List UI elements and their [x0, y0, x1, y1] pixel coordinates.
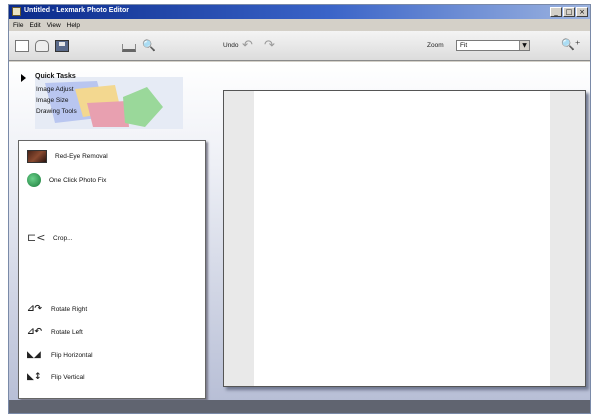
open-folder-icon[interactable]	[35, 40, 49, 52]
menu-view[interactable]: View	[47, 22, 61, 29]
expand-arrow-icon[interactable]	[21, 74, 26, 82]
tool-label: Flip Horizontal	[51, 351, 93, 359]
crop-icon: ⊏<	[27, 231, 46, 244]
close-button[interactable]: ×	[576, 7, 588, 17]
tool-label: Rotate Right	[51, 305, 88, 313]
tool-label: Red-Eye Removal	[55, 153, 108, 160]
quick-task-drawing-tools[interactable]: Drawing Tools	[36, 108, 77, 115]
tool-red-eye-removal[interactable]: Red-Eye Removal	[27, 150, 108, 163]
menu-edit[interactable]: Edit	[29, 22, 40, 29]
photo-canvas[interactable]	[254, 91, 550, 386]
quick-tasks-title: Quick Tasks	[35, 73, 76, 80]
magic-wand-icon	[27, 173, 41, 187]
undo-icon[interactable]: ↶	[242, 39, 253, 52]
undo-label: Undo	[223, 42, 239, 49]
tool-crop[interactable]: ⊏< Crop...	[27, 232, 73, 244]
new-document-icon[interactable]	[15, 40, 29, 52]
tool-flip-horizontal[interactable]: ◣◢ Flip Horizontal	[27, 350, 93, 360]
tool-one-click-photo-fix[interactable]: One Click Photo Fix	[27, 173, 106, 187]
window-controls: _ □ ×	[550, 7, 588, 17]
quick-tasks-panel: Quick Tasks Image Adjust Image Size Draw…	[19, 71, 184, 131]
red-eye-icon	[27, 150, 47, 163]
tool-flip-vertical[interactable]: ◣↕ Flip Vertical	[27, 372, 85, 382]
tool-rotate-right[interactable]: ⊿↷ Rotate Right	[27, 304, 87, 314]
menu-help[interactable]: Help	[67, 22, 80, 29]
save-icon[interactable]	[55, 40, 69, 52]
dropdown-arrow-icon[interactable]: ▼	[519, 41, 529, 50]
window-title: Untitled - Lexmark Photo Editor	[24, 7, 130, 14]
minimize-button[interactable]: _	[550, 7, 562, 17]
workspace: Quick Tasks Image Adjust Image Size Draw…	[9, 62, 590, 400]
quick-task-image-size[interactable]: Image Size	[36, 97, 69, 104]
flip-horizontal-icon: ◣◢	[27, 350, 41, 360]
tool-label: Crop...	[53, 234, 73, 242]
zoom-select[interactable]: Fit ▼	[456, 40, 530, 51]
flip-vertical-icon: ◣↕	[27, 372, 42, 382]
zoom-in-icon[interactable]: 🔍⁺	[561, 38, 581, 51]
app-window: Untitled - Lexmark Photo Editor _ □ × Fi…	[8, 4, 591, 414]
app-icon[interactable]	[12, 7, 21, 16]
rotate-right-icon: ⊿↷	[27, 304, 43, 314]
rotate-left-icon: ⊿↶	[27, 327, 43, 337]
menu-bar: File Edit View Help	[9, 19, 590, 31]
maximize-button[interactable]: □	[563, 7, 575, 17]
quick-task-image-adjust[interactable]: Image Adjust	[36, 86, 74, 93]
tool-rotate-left[interactable]: ⊿↶ Rotate Left	[27, 327, 83, 337]
zoom-value: Fit	[460, 42, 468, 49]
tool-label: One Click Photo Fix	[49, 176, 107, 184]
tool-label: Rotate Left	[51, 328, 83, 336]
tools-panel: Red-Eye Removal One Click Photo Fix ⊏< C…	[18, 140, 206, 399]
menu-file[interactable]: File	[13, 22, 23, 29]
zoom-tool-icon[interactable]: 🔍	[142, 40, 156, 52]
zoom-label: Zoom	[427, 42, 444, 49]
tool-label: Flip Vertical	[51, 373, 85, 381]
redo-icon[interactable]: ↷	[264, 39, 275, 52]
title-bar[interactable]: Untitled - Lexmark Photo Editor _ □ ×	[9, 5, 590, 19]
status-bar	[9, 400, 590, 413]
scan-icon[interactable]	[122, 44, 136, 52]
canvas-frame	[223, 90, 586, 387]
toolbar: 🔍 Undo ↶ ↷ Zoom Fit ▼ 🔍⁺	[9, 31, 590, 61]
